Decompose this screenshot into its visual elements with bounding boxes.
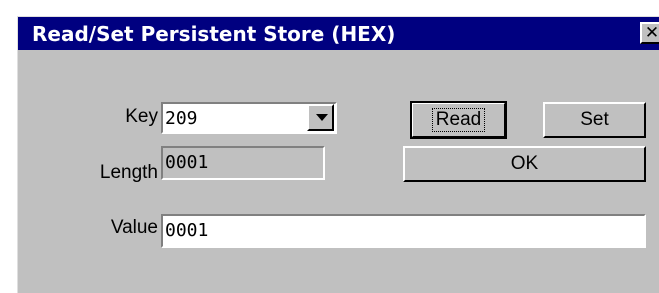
- key-value: 209: [165, 108, 198, 129]
- length-field: 0001: [161, 146, 325, 180]
- key-dropdown-button[interactable]: [307, 104, 334, 131]
- length-value: 0001: [165, 152, 209, 173]
- value-text: 0001: [165, 220, 209, 241]
- value-label: Value: [110, 217, 158, 238]
- window-title: Read/Set Persistent Store (HEX): [32, 22, 396, 46]
- length-label: Length: [99, 162, 158, 183]
- set-button[interactable]: Set: [543, 102, 646, 138]
- read-button-label: Read: [431, 108, 486, 132]
- chevron-down-icon: [316, 114, 328, 121]
- ok-button-label: OK: [510, 153, 539, 174]
- close-button[interactable]: ✕: [640, 22, 659, 44]
- close-icon: ✕: [644, 23, 659, 43]
- dialog-window: Read/Set Persistent Store (HEX) ✕ Key 20…: [17, 16, 659, 293]
- read-button[interactable]: Read: [410, 101, 507, 139]
- value-input[interactable]: 0001: [161, 214, 646, 248]
- key-label: Key: [125, 106, 158, 127]
- set-button-label: Set: [580, 109, 609, 130]
- title-bar[interactable]: Read/Set Persistent Store (HEX) ✕: [18, 17, 659, 50]
- ok-button[interactable]: OK: [403, 146, 646, 182]
